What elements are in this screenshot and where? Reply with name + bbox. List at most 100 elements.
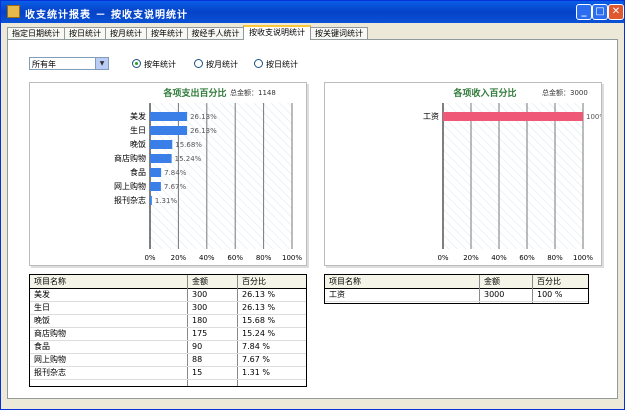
x-tick-label: 0% — [437, 254, 448, 262]
bar-value-label: 26.13% — [190, 113, 217, 121]
table-cell: 1.31 % — [242, 368, 270, 377]
radio-by-month[interactable]: 按月统计 — [194, 59, 238, 70]
bar — [150, 196, 152, 205]
bar-value-label: 15.68% — [175, 141, 202, 149]
income-table: 项目名称 金额 百分比工资 3000 100 % — [324, 274, 589, 304]
x-tick-label: 60% — [227, 254, 243, 262]
bar-value-label: 7.67% — [164, 183, 187, 191]
table-cell: 90 — [192, 342, 203, 351]
x-tick-label: 80% — [256, 254, 272, 262]
radio-label: 按年统计 — [144, 60, 176, 69]
table-cell: 15.24 % — [242, 329, 276, 338]
radio-label: 按月统计 — [206, 60, 238, 69]
table-cell: 7.84 % — [242, 342, 270, 351]
y-category-label: 报刊杂志 — [114, 195, 146, 205]
bar — [443, 112, 583, 121]
table-cell: 100 % — [537, 290, 563, 299]
table-cell: 180 — [192, 316, 208, 325]
bar — [150, 126, 188, 135]
tab-monthly[interactable]: 按月统计 — [105, 27, 147, 39]
close-icon: ✕ — [611, 6, 621, 17]
minimize-icon: _ — [581, 6, 587, 17]
tab-date-range[interactable]: 指定日期统计 — [7, 27, 65, 39]
y-category-label: 工资 — [423, 111, 439, 121]
table-cell: 报刊杂志 — [34, 368, 66, 377]
expense-chart: 0% 20% 40% 60% 80% 100% 各项支出百分比 总金额：1148 美发 26.13… — [114, 87, 302, 262]
x-tick-label: 100% — [573, 254, 593, 262]
chevron-down-icon[interactable]: ▼ — [95, 58, 108, 69]
table-cell: 15.68 % — [242, 316, 276, 325]
expense-chart-panel: 0% 20% 40% 60% 80% 100% 各项支出百分比 总金额：1148 美发 26.13… — [29, 82, 307, 266]
bar-value-label: 26.13% — [190, 127, 217, 135]
x-tick-label: 80% — [547, 254, 563, 262]
bar — [150, 154, 172, 163]
table-cell: 商店购物 — [34, 329, 66, 338]
year-select-value: 所有年 — [32, 60, 56, 69]
table-cell: 300 — [192, 303, 208, 312]
table-header-cell[interactable]: 项目名称 — [30, 275, 66, 288]
year-select[interactable]: 所有年 ▼ — [29, 57, 109, 70]
bar-value-label: 1.31% — [155, 197, 178, 205]
x-tick-label: 0% — [144, 254, 155, 262]
tab-description[interactable]: 按收支说明统计 — [243, 25, 311, 40]
radio-unchecked-icon — [194, 59, 203, 68]
tab-keyword[interactable]: 按关键词统计 — [310, 27, 368, 39]
tab-yearly[interactable]: 按年统计 — [146, 27, 188, 39]
title-bar[interactable]: 收支统计报表 － 按收支说明统计 _ □ ✕ — [1, 1, 624, 23]
maximize-icon: □ — [595, 6, 605, 17]
tab-daily[interactable]: 按日统计 — [64, 27, 106, 39]
table-header-cell[interactable]: 金额 — [188, 275, 208, 288]
table-header-cell[interactable]: 百分比 — [238, 275, 266, 288]
table-cell: 工资 — [329, 290, 345, 299]
expense-table: 项目名称 金额 百分比美发 300 26.13 % 生日 300 26.13 % 晚饭 180 15… — [29, 274, 307, 387]
table-cell: 网上购物 — [34, 355, 66, 364]
table-header-cell[interactable]: 金额 — [480, 275, 500, 288]
table-cell: 26.13 % — [242, 290, 276, 299]
row-separator — [30, 379, 306, 380]
table-cell: 88 — [192, 355, 203, 364]
x-tick-label: 40% — [491, 254, 507, 262]
y-category-label: 美发 — [130, 111, 146, 121]
radio-by-year[interactable]: 按年统计 — [132, 59, 176, 70]
table-cell: 175 — [192, 329, 208, 338]
bar-value-label: 7.84% — [164, 169, 187, 177]
x-tick-label: 20% — [171, 254, 187, 262]
row-separator — [325, 301, 588, 302]
bar-value-label: 15.24% — [175, 155, 202, 163]
main-window: 收支统计报表 － 按收支说明统计 _ □ ✕ 指定日期统计 按日统计 按月统计 … — [0, 0, 625, 410]
table-header-cell[interactable]: 项目名称 — [325, 275, 361, 288]
table-cell: 食品 — [34, 342, 50, 351]
y-category-label: 网上购物 — [114, 181, 146, 191]
radio-checked-icon — [132, 59, 141, 68]
close-button[interactable]: ✕ — [608, 4, 624, 20]
tab-content: 所有年 ▼ 按年统计 按月统计 按日统计 0% 20% 40% 60% 80% 100% 各… — [7, 39, 618, 399]
tab-handler[interactable]: 按经手人统计 — [187, 27, 244, 39]
table-cell: 美发 — [34, 290, 50, 299]
radio-label: 按日统计 — [266, 60, 298, 69]
plot-area — [443, 103, 583, 249]
y-category-label: 晚饭 — [130, 139, 146, 149]
bar-value-label: 100% — [586, 113, 601, 121]
x-tick-label: 40% — [199, 254, 215, 262]
x-tick-label: 100% — [282, 254, 302, 262]
income-chart: 0% 20% 40% 60% 80% 100% 各项收入百分比 总金额：3000 工资 100% — [423, 87, 601, 262]
table-cell: 生日 — [34, 303, 50, 312]
chart-subtitle: 总金额：3000 — [542, 88, 588, 97]
table-cell: 26.13 % — [242, 303, 276, 312]
radio-by-day[interactable]: 按日统计 — [254, 59, 298, 70]
y-category-label: 商店购物 — [114, 153, 146, 163]
table-cell: 晚饭 — [34, 316, 50, 325]
radio-unchecked-icon — [254, 59, 263, 68]
maximize-button[interactable]: □ — [592, 4, 608, 20]
table-header-cell[interactable]: 百分比 — [533, 275, 561, 288]
chart-subtitle: 总金额：1148 — [230, 88, 276, 97]
window-title: 收支统计报表 － 按收支说明统计 — [25, 10, 188, 21]
table-cell: 300 — [192, 290, 208, 299]
chart-title: 各项收入百分比 — [452, 87, 516, 99]
x-tick-label: 60% — [519, 254, 535, 262]
bar — [150, 140, 173, 149]
y-category-label: 食品 — [130, 167, 146, 177]
table-cell: 3000 — [484, 290, 505, 299]
minimize-button[interactable]: _ — [576, 4, 592, 20]
table-cell: 7.67 % — [242, 355, 270, 364]
